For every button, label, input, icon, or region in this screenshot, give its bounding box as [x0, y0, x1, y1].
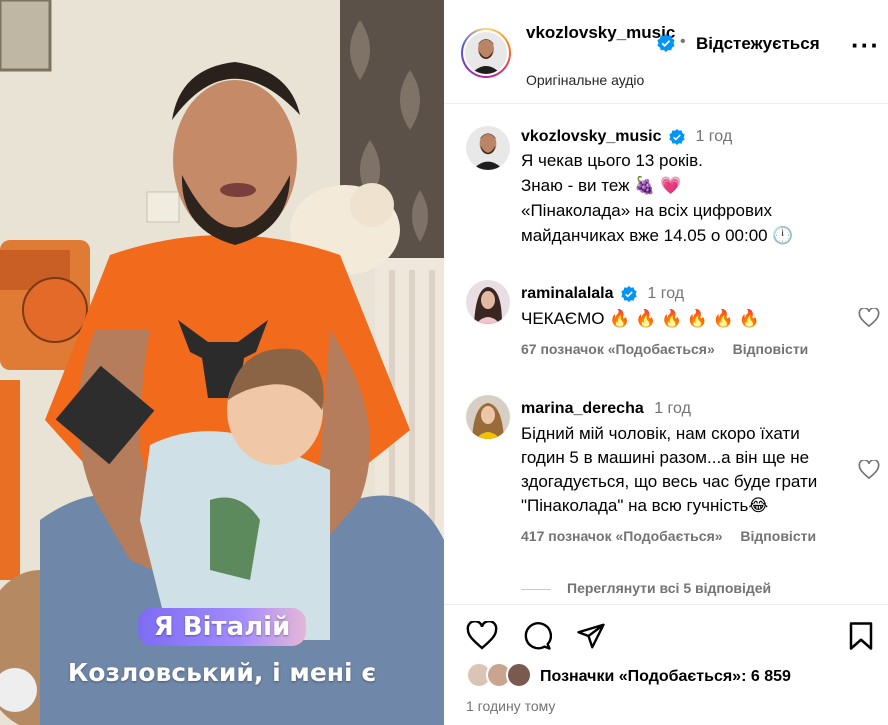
- caption-text: Я чекав цього 13 років. Знаю - ви теж 🍇 …: [521, 148, 871, 248]
- post-header: vkozlovsky_music • Відстежується ··· Ори…: [444, 0, 888, 104]
- comment-icon[interactable]: [522, 621, 552, 651]
- like-comment-heart-icon[interactable]: [858, 460, 880, 480]
- view-replies-link[interactable]: Переглянути всі 5 відповідей: [521, 580, 771, 596]
- reply-button[interactable]: Відповісти: [740, 528, 816, 544]
- caption-author-avatar[interactable]: [466, 126, 510, 170]
- verified-badge-icon: [621, 285, 637, 302]
- post-timestamp[interactable]: 1 годину тому: [466, 698, 555, 714]
- following-button[interactable]: Відстежується: [696, 34, 820, 54]
- bookmark-icon[interactable]: [848, 621, 874, 651]
- author-username[interactable]: vkozlovsky_music: [526, 22, 675, 43]
- more-horizontal-icon[interactable]: ···: [851, 32, 880, 58]
- comment-text: Бідний мій чоловік, нам скоро їхати годи…: [521, 422, 861, 518]
- avatar-image: [466, 395, 510, 439]
- heart-icon[interactable]: [466, 621, 498, 651]
- comment-text: ЧЕКАЄМО 🔥 🔥 🔥 🔥 🔥 🔥: [521, 309, 760, 328]
- verified-badge-icon: [669, 128, 685, 145]
- likes-count[interactable]: Позначки «Подобається»: 6 859: [540, 668, 791, 686]
- avatar-image: [466, 280, 510, 324]
- verified-badge-icon: [657, 34, 675, 52]
- share-icon[interactable]: [576, 621, 606, 651]
- comment-line: "Пінаколада" на всю гучність😂: [521, 496, 769, 515]
- caption-line: Знаю - ви теж 🍇 💗: [521, 176, 682, 195]
- video-caption-line-1: Я Віталій: [0, 608, 444, 646]
- like-comment-heart-icon[interactable]: [858, 308, 880, 328]
- commenter-username[interactable]: raminalalala: [521, 285, 614, 302]
- caption-line: Я чекав цього 13 років.: [521, 151, 703, 170]
- separator-dot: •: [680, 33, 686, 50]
- comment-line: Бідний мій чоловік, нам скоро їхати: [521, 424, 800, 443]
- video-caption-line-2: Козловський, і мені є: [67, 658, 377, 687]
- commenter-username[interactable]: marina_derecha: [521, 400, 644, 417]
- replies-divider: [521, 588, 551, 590]
- comment-likes-count[interactable]: 417 позначок «Подобається»: [521, 528, 723, 544]
- commenter-avatar[interactable]: [466, 280, 510, 324]
- comment-time[interactable]: 1 год: [654, 400, 691, 417]
- reply-button[interactable]: Відповісти: [733, 341, 809, 357]
- commenter-avatar[interactable]: [466, 395, 510, 439]
- comment-line: здогадується, що весь час буде грати: [521, 472, 818, 491]
- comment: raminalalala 1 год ЧЕКАЄМО 🔥 🔥 🔥 🔥 🔥 🔥 6…: [466, 280, 886, 380]
- audio-link[interactable]: Оригінальне аудіо: [526, 72, 644, 88]
- comment: marina_derecha 1 год Бідний мій чоловік,…: [466, 395, 886, 565]
- caption-time[interactable]: 1 год: [695, 128, 732, 145]
- comment-line: годин 5 в машині разом...а він ще не: [521, 448, 810, 467]
- avatar-image: [466, 126, 510, 170]
- comment-time[interactable]: 1 год: [647, 285, 684, 302]
- post-video[interactable]: Я Віталій Козловський, і мені є: [0, 0, 444, 725]
- caption-username[interactable]: vkozlovsky_music: [521, 128, 662, 145]
- liker-avatar: [506, 662, 532, 688]
- comment-likes-count[interactable]: 67 позначок «Подобається»: [521, 341, 715, 357]
- avatar-image: [465, 32, 507, 74]
- caption-line: майданчиках вже 14.05 о 00:00 🕛: [521, 226, 794, 245]
- author-avatar[interactable]: [461, 28, 511, 78]
- post-details-panel: vkozlovsky_music • Відстежується ··· Ори…: [444, 0, 888, 725]
- caption-content: vkozlovsky_music 1 год Я чекав цього 13 …: [521, 128, 871, 248]
- caption-line: «Пінаколада» на всіх цифрових: [521, 201, 772, 220]
